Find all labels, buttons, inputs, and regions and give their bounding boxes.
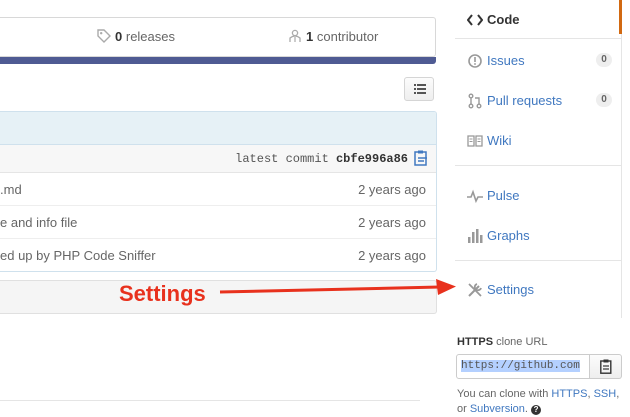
commit-hash-link[interactable]: cbfe996a86 <box>336 152 408 166</box>
annotation-arrow-icon <box>219 279 456 295</box>
annotation-label: Settings <box>119 281 206 306</box>
clone-title-rest: clone URL <box>496 336 548 348</box>
releases-count: 0 <box>115 29 123 44</box>
repo-stats-bar: 0 releases 1 contributor <box>0 17 436 57</box>
sidebar-item-label: Code <box>487 12 520 27</box>
sidebar-item-pull-requests[interactable]: Pull requests 0 <box>455 85 622 115</box>
https-link[interactable]: HTTPS <box>551 388 587 400</box>
sidebar-item-code[interactable]: Code <box>455 0 622 34</box>
commit-age: 2 years ago <box>358 182 426 197</box>
clone-url-title: HTTPS clone URL <box>457 336 547 348</box>
sidebar-item-label: Pulse <box>487 188 520 203</box>
commit-message-link[interactable]: .md <box>0 182 22 197</box>
clone-help-text: You can clone with HTTPS, SSH, or Subver… <box>457 388 620 415</box>
list-icon <box>414 84 426 94</box>
sidebar-item-pulse[interactable]: Pulse <box>455 180 622 210</box>
latest-commit-bar: latest commit cbfe996a86 <box>0 145 436 173</box>
file-table-header <box>0 112 436 145</box>
tag-icon <box>97 29 111 43</box>
sidebar-item-label: Pull requests <box>487 93 563 108</box>
commit-age: 2 years ago <box>358 215 426 230</box>
sidebar-item-settings[interactable]: Settings <box>455 274 622 304</box>
pull-requests-count-badge: 0 <box>596 93 612 107</box>
sidebar-item-label: Issues <box>487 53 525 68</box>
sidebar-item-label: Wiki <box>487 133 512 148</box>
language-bar[interactable] <box>0 57 436 64</box>
file-row: .md 2 years ago <box>0 173 436 206</box>
divider <box>455 260 622 261</box>
sidebar-item-graphs[interactable]: Graphs <box>455 220 622 250</box>
subversion-link[interactable]: Subversion <box>470 403 525 415</box>
pull-request-icon <box>468 93 482 109</box>
clipboard-icon <box>600 359 612 374</box>
clipboard-icon[interactable] <box>414 150 428 166</box>
clone-url-value: https://github.com <box>461 360 580 372</box>
issues-count-badge: 0 <box>596 53 612 67</box>
divider <box>0 400 420 401</box>
question-icon[interactable]: ? <box>531 405 542 415</box>
copy-clone-url-button[interactable] <box>590 354 622 379</box>
clone-help-prefix: You can clone with <box>457 388 549 400</box>
commit-message-link[interactable]: ed up by PHP Code Sniffer <box>0 248 156 263</box>
ssh-link[interactable]: SSH <box>594 388 617 400</box>
contributors-count: 1 <box>306 29 314 44</box>
organization-icon <box>289 29 301 42</box>
issue-icon <box>468 54 482 68</box>
pulse-icon <box>467 189 483 204</box>
latest-commit-text: latest commit cbfe996a86 <box>235 152 408 166</box>
graph-icon <box>468 229 483 243</box>
code-icon <box>467 14 483 26</box>
releases-label: releases <box>125 29 175 44</box>
clone-url-input[interactable]: https://github.com <box>456 354 590 379</box>
contributors-label: contributor <box>316 29 379 44</box>
sidebar-item-wiki[interactable]: Wiki <box>455 125 622 155</box>
commit-message-link[interactable]: e and info file <box>0 215 77 230</box>
file-row: ed up by PHP Code Sniffer 2 years ago <box>0 239 436 271</box>
clone-protocol: HTTPS <box>457 336 494 348</box>
latest-commit-label: latest commit <box>235 152 329 166</box>
file-row: e and info file 2 years ago <box>0 206 436 239</box>
sidebar-item-issues[interactable]: Issues 0 <box>455 45 622 75</box>
tools-icon <box>468 283 482 297</box>
contributors-stat[interactable]: 1 contributor <box>288 29 378 44</box>
book-icon <box>467 135 483 147</box>
file-list-toggle-button[interactable] <box>404 77 434 101</box>
divider <box>455 38 622 39</box>
commit-age: 2 years ago <box>358 248 426 263</box>
divider <box>455 165 622 166</box>
sidebar-item-label: Graphs <box>487 228 530 243</box>
releases-stat[interactable]: 0 releases <box>97 29 175 44</box>
clone-help-or: or <box>457 403 467 415</box>
sidebar-item-label: Settings <box>487 282 534 297</box>
file-table: latest commit cbfe996a86 .md 2 years ago… <box>0 111 437 272</box>
